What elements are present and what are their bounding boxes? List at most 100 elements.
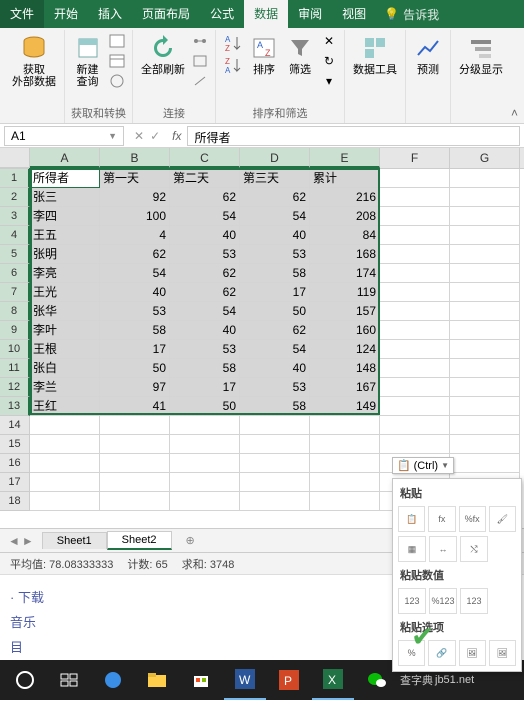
- paste-picture-button[interactable]: 🖼: [459, 640, 486, 666]
- sheet-tab-1[interactable]: Sheet1: [42, 532, 107, 549]
- tab-data[interactable]: 数据: [244, 0, 288, 28]
- add-sheet-button[interactable]: ⊕: [172, 532, 209, 549]
- fx-icon[interactable]: fx: [172, 129, 181, 143]
- col-header[interactable]: B: [100, 148, 170, 168]
- cell[interactable]: 40: [240, 359, 310, 378]
- col-header[interactable]: A: [30, 148, 100, 168]
- cell[interactable]: 174: [310, 264, 380, 283]
- row-header[interactable]: 8: [0, 302, 30, 321]
- get-external-data-button[interactable]: 获取 外部数据: [10, 32, 58, 90]
- cell[interactable]: [450, 169, 520, 188]
- cell[interactable]: [450, 226, 520, 245]
- cell[interactable]: 119: [310, 283, 380, 302]
- cell[interactable]: [450, 302, 520, 321]
- explorer-icon[interactable]: [136, 660, 178, 700]
- name-box[interactable]: A1 ▼: [4, 126, 124, 146]
- cell[interactable]: [310, 454, 380, 473]
- formula-bar[interactable]: 所得者: [187, 126, 520, 146]
- cell[interactable]: 张华: [30, 302, 100, 321]
- cell[interactable]: [310, 473, 380, 492]
- paste-values-srcfmt-button[interactable]: 123: [460, 588, 488, 614]
- row-header[interactable]: 4: [0, 226, 30, 245]
- row-header[interactable]: 3: [0, 207, 30, 226]
- accept-formula-icon[interactable]: ✓: [150, 129, 160, 143]
- refresh-all-button[interactable]: 全部刷新: [139, 32, 187, 78]
- cell[interactable]: 李亮: [30, 264, 100, 283]
- cell[interactable]: 62: [240, 188, 310, 207]
- cell[interactable]: [450, 416, 520, 435]
- forecast-button[interactable]: 预测: [412, 32, 444, 78]
- row-header[interactable]: 16: [0, 454, 30, 473]
- tab-formulas[interactable]: 公式: [200, 0, 244, 28]
- advanced-filter-icon[interactable]: ▾: [320, 72, 338, 90]
- cell[interactable]: [380, 302, 450, 321]
- cell[interactable]: [30, 454, 100, 473]
- start-button[interactable]: [4, 660, 46, 700]
- paste-all-button[interactable]: 📋: [398, 506, 425, 532]
- row-header[interactable]: 17: [0, 473, 30, 492]
- row-header[interactable]: 14: [0, 416, 30, 435]
- cell[interactable]: 李四: [30, 207, 100, 226]
- paste-values-numfmt-button[interactable]: %123: [429, 588, 457, 614]
- paste-values-button[interactable]: 123: [398, 588, 426, 614]
- cell[interactable]: 李兰: [30, 378, 100, 397]
- tab-insert[interactable]: 插入: [88, 0, 132, 28]
- cell[interactable]: [380, 245, 450, 264]
- cell[interactable]: 62: [170, 264, 240, 283]
- row-header[interactable]: 7: [0, 283, 30, 302]
- cell[interactable]: 54: [240, 207, 310, 226]
- row-header[interactable]: 11: [0, 359, 30, 378]
- tab-review[interactable]: 审阅: [288, 0, 332, 28]
- cell[interactable]: [380, 397, 450, 416]
- row-header[interactable]: 9: [0, 321, 30, 340]
- paste-formulas-format-button[interactable]: %fx: [459, 506, 486, 532]
- outline-button[interactable]: 分级显示: [457, 32, 505, 78]
- cell[interactable]: [450, 378, 520, 397]
- cell[interactable]: 张白: [30, 359, 100, 378]
- cell[interactable]: [450, 340, 520, 359]
- cell[interactable]: [240, 435, 310, 454]
- cell[interactable]: [100, 454, 170, 473]
- col-header[interactable]: G: [450, 148, 520, 168]
- from-table-icon[interactable]: [108, 52, 126, 70]
- word-icon[interactable]: W: [224, 660, 266, 700]
- cell[interactable]: 王红: [30, 397, 100, 416]
- cell[interactable]: [380, 226, 450, 245]
- cell[interactable]: 4: [100, 226, 170, 245]
- paste-no-borders-button[interactable]: ▦: [398, 536, 426, 562]
- cell[interactable]: 124: [310, 340, 380, 359]
- sheet-tab-2[interactable]: Sheet2: [107, 531, 172, 550]
- cell[interactable]: 53: [170, 340, 240, 359]
- row-header[interactable]: 1: [0, 169, 30, 188]
- col-header[interactable]: D: [240, 148, 310, 168]
- cell[interactable]: 累计: [310, 169, 380, 188]
- cell[interactable]: 50: [100, 359, 170, 378]
- cell[interactable]: 王光: [30, 283, 100, 302]
- task-view-icon[interactable]: [48, 660, 90, 700]
- cell[interactable]: [100, 492, 170, 511]
- tab-layout[interactable]: 页面布局: [132, 0, 200, 28]
- store-icon[interactable]: [180, 660, 222, 700]
- col-header[interactable]: C: [170, 148, 240, 168]
- show-queries-icon[interactable]: [108, 32, 126, 50]
- row-header[interactable]: 15: [0, 435, 30, 454]
- cell[interactable]: [380, 169, 450, 188]
- cell[interactable]: [240, 416, 310, 435]
- cell[interactable]: 50: [240, 302, 310, 321]
- cell[interactable]: [240, 454, 310, 473]
- cell[interactable]: [170, 416, 240, 435]
- cell[interactable]: 40: [100, 283, 170, 302]
- cell[interactable]: [170, 454, 240, 473]
- paste-linked-picture-button[interactable]: 🖼: [489, 640, 516, 666]
- cell[interactable]: 张明: [30, 245, 100, 264]
- cell[interactable]: 41: [100, 397, 170, 416]
- cell[interactable]: [170, 473, 240, 492]
- cell[interactable]: 149: [310, 397, 380, 416]
- cell[interactable]: 62: [240, 321, 310, 340]
- cell[interactable]: [380, 340, 450, 359]
- cell[interactable]: 53: [240, 378, 310, 397]
- cell[interactable]: 62: [100, 245, 170, 264]
- paste-keep-width-button[interactable]: ↔: [429, 536, 457, 562]
- cell[interactable]: 53: [240, 245, 310, 264]
- cell[interactable]: [450, 264, 520, 283]
